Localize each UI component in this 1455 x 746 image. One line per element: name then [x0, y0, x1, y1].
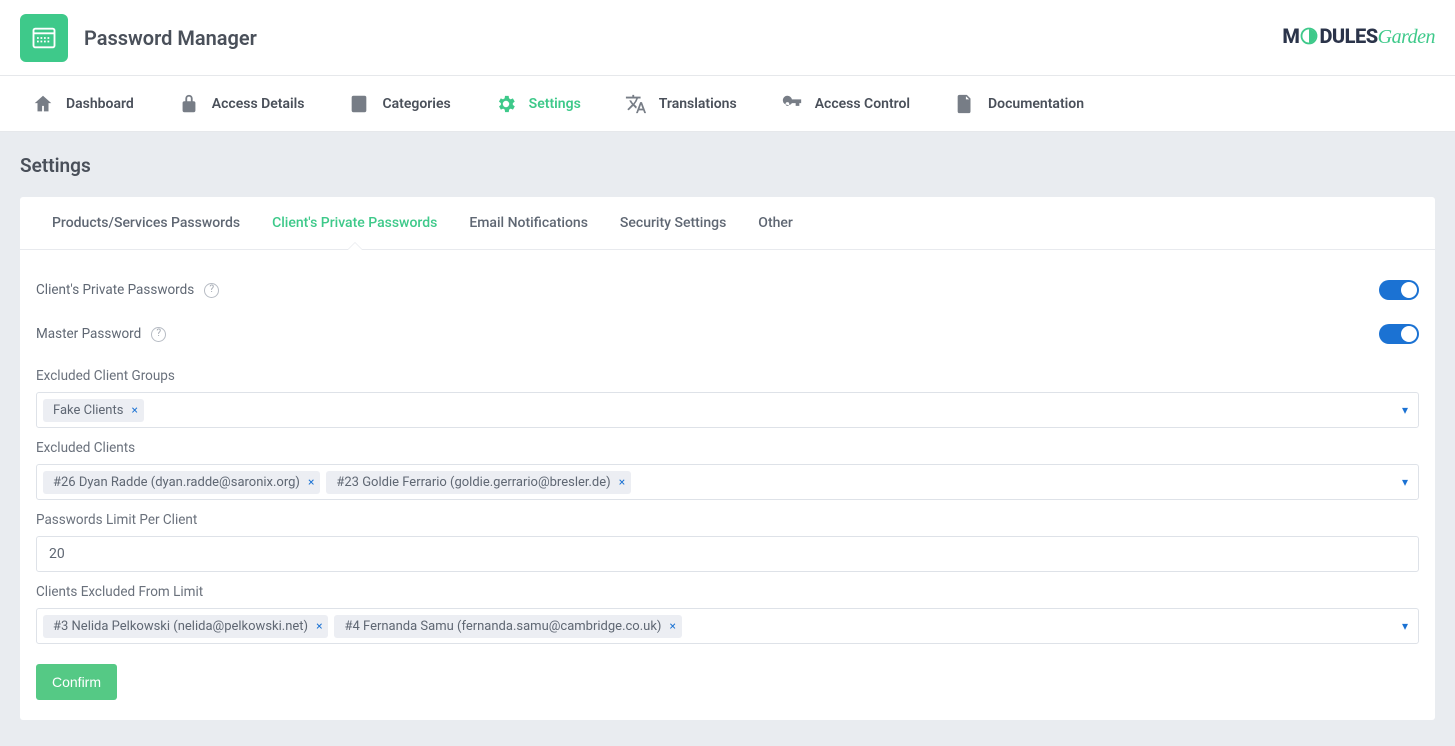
- settings-panel: Products/Services Passwords Client's Pri…: [20, 197, 1435, 720]
- lock-icon: [178, 93, 200, 115]
- field-label: Excluded Client Groups: [36, 368, 1419, 384]
- chip: #23 Goldie Ferrario (goldie.gerrario@bre…: [326, 471, 631, 494]
- nav-label: Access Control: [815, 96, 910, 112]
- chip-remove-icon[interactable]: ×: [619, 475, 625, 489]
- input-passwords-limit[interactable]: [36, 536, 1419, 572]
- gear-icon: [495, 93, 517, 115]
- nav-access-control[interactable]: Access Control: [759, 76, 932, 132]
- field-label: Clients Excluded From Limit: [36, 584, 1419, 600]
- page: Settings Products/Services Passwords Cli…: [0, 132, 1455, 742]
- chip-label: #4 Fernanda Samu (fernanda.samu@cambridg…: [344, 619, 661, 634]
- chevron-down-icon[interactable]: ▾: [1402, 403, 1408, 417]
- navbar: Dashboard Access Details Categories Sett…: [0, 76, 1455, 132]
- nav-categories[interactable]: Categories: [326, 76, 472, 132]
- chevron-down-icon[interactable]: ▾: [1402, 475, 1408, 489]
- topbar: Password Manager M DULESGarden: [0, 0, 1455, 76]
- translate-icon: [625, 93, 647, 115]
- key-icon: [781, 93, 803, 115]
- doc-icon: [954, 93, 976, 115]
- chip: #26 Dyan Radde (dyan.radde@saronix.org) …: [43, 471, 320, 494]
- multiselect-clients-excluded-from-limit[interactable]: #3 Nelida Pelkowski (nelida@pelkowski.ne…: [36, 608, 1419, 644]
- nav-label: Documentation: [988, 96, 1084, 112]
- toggle-clients-private-passwords[interactable]: [1379, 280, 1419, 300]
- nav-dashboard[interactable]: Dashboard: [10, 76, 156, 132]
- brand-left: Password Manager: [20, 14, 257, 62]
- nav-label: Settings: [529, 96, 581, 112]
- help-icon[interactable]: ?: [151, 327, 166, 342]
- chip: #4 Fernanda Samu (fernanda.samu@cambridg…: [334, 615, 681, 638]
- chip-label: #26 Dyan Radde (dyan.radde@saronix.org): [53, 475, 300, 490]
- tab-clients-private-passwords[interactable]: Client's Private Passwords: [256, 197, 453, 249]
- nav-settings[interactable]: Settings: [473, 76, 603, 132]
- list-icon: [348, 93, 370, 115]
- tab-email-notifications[interactable]: Email Notifications: [453, 197, 604, 249]
- nav-documentation[interactable]: Documentation: [932, 76, 1106, 132]
- chip: #3 Nelida Pelkowski (nelida@pelkowski.ne…: [43, 615, 328, 638]
- chip-label: #23 Goldie Ferrario (goldie.gerrario@bre…: [336, 475, 610, 490]
- nav-access-details[interactable]: Access Details: [156, 76, 327, 132]
- chevron-down-icon[interactable]: ▾: [1402, 619, 1408, 633]
- tabbar: Products/Services Passwords Client's Pri…: [20, 197, 1435, 250]
- multiselect-excluded-clients[interactable]: #26 Dyan Radde (dyan.radde@saronix.org) …: [36, 464, 1419, 500]
- nav-label: Categories: [382, 96, 450, 112]
- confirm-button[interactable]: Confirm: [36, 664, 117, 700]
- field-label: Master Password: [36, 326, 141, 342]
- chip-label: Fake Clients: [53, 403, 123, 418]
- field-label: Client's Private Passwords: [36, 282, 194, 298]
- chip-remove-icon[interactable]: ×: [308, 475, 314, 489]
- nav-label: Translations: [659, 96, 737, 112]
- field-excluded-clients: Excluded Clients #26 Dyan Radde (dyan.ra…: [36, 440, 1419, 500]
- multiselect-excluded-client-groups[interactable]: Fake Clients × ▾: [36, 392, 1419, 428]
- chip-remove-icon[interactable]: ×: [131, 403, 137, 417]
- row-clients-private-passwords: Client's Private Passwords ?: [36, 268, 1419, 312]
- nav-label: Access Details: [212, 96, 305, 112]
- page-title: Settings: [20, 154, 1435, 177]
- chip-remove-icon[interactable]: ×: [316, 619, 322, 633]
- chip: Fake Clients ×: [43, 399, 144, 422]
- tab-products-services[interactable]: Products/Services Passwords: [36, 197, 256, 249]
- nav-translations[interactable]: Translations: [603, 76, 759, 132]
- toggle-master-password[interactable]: [1379, 324, 1419, 344]
- field-label: Passwords Limit Per Client: [36, 512, 1419, 528]
- nav-label: Dashboard: [66, 96, 134, 112]
- brand-logo: M DULESGarden: [1282, 24, 1435, 50]
- help-icon[interactable]: ?: [204, 283, 219, 298]
- field-clients-excluded-from-limit: Clients Excluded From Limit #3 Nelida Pe…: [36, 584, 1419, 644]
- app-title: Password Manager: [84, 26, 257, 50]
- field-label: Excluded Clients: [36, 440, 1419, 456]
- tab-security-settings[interactable]: Security Settings: [604, 197, 742, 249]
- chip-label: #3 Nelida Pelkowski (nelida@pelkowski.ne…: [53, 619, 308, 634]
- row-master-password: Master Password ?: [36, 312, 1419, 356]
- app-icon: [20, 14, 68, 62]
- chip-remove-icon[interactable]: ×: [669, 619, 675, 633]
- tab-other[interactable]: Other: [742, 197, 809, 249]
- panel-body: Client's Private Passwords ? Master Pass…: [20, 250, 1435, 720]
- home-icon: [32, 93, 54, 115]
- field-passwords-limit: Passwords Limit Per Client: [36, 512, 1419, 572]
- field-excluded-client-groups: Excluded Client Groups Fake Clients × ▾: [36, 368, 1419, 428]
